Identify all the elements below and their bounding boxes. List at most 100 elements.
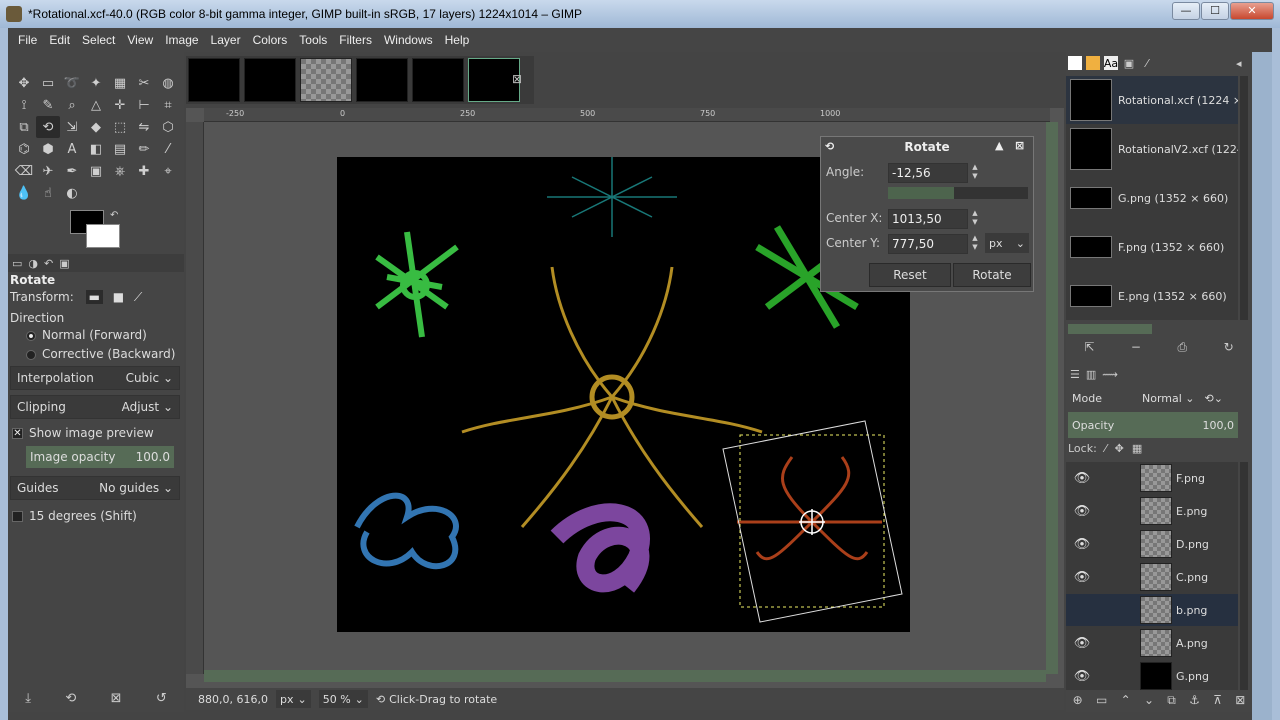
eye-icon[interactable]: 👁 [1066,471,1098,486]
menu-layer[interactable]: Layer [205,33,247,47]
move-tool-icon[interactable]: ✥ [12,72,36,94]
layers-tab-icon[interactable]: ☰ [1070,368,1080,381]
lasso-icon[interactable]: ➰ [60,72,84,94]
images-tab-icon[interactable]: ▣ [59,257,69,270]
perspective-icon[interactable]: ⬚ [108,116,132,138]
angle-stepper[interactable]: ▲ ▼ [969,163,981,183]
menu-edit[interactable]: Edit [43,33,76,47]
smudge-icon[interactable]: ☝ [36,182,60,204]
image-item[interactable]: G.png (1352 × 660) [1066,174,1238,222]
maximize-button[interactable]: ☐ [1201,2,1229,20]
show-preview-checkbox[interactable]: ✕ [12,428,23,439]
image-item[interactable]: RotationalV2.xcf (1224 [1066,125,1238,173]
perspective-clone-icon[interactable]: ⌖ [156,160,180,182]
remove-view-icon[interactable]: − [1131,340,1141,354]
image-tab-3[interactable] [300,58,352,102]
layer-row[interactable]: 👁 D.png [1066,528,1238,560]
crop-icon[interactable]: ⌗ [156,94,180,116]
swap-colors-icon[interactable]: ↶ [110,210,118,221]
image-tab-5[interactable] [412,58,464,102]
images-vscrollbar[interactable] [1240,76,1248,320]
fuzzy-select-icon[interactable]: ✦ [84,72,108,94]
horizontal-ruler[interactable]: -250 0 250 500 750 1000 [204,108,1050,122]
eye-icon[interactable]: 👁 [1066,636,1098,651]
new-group-icon[interactable]: ▭ [1096,693,1107,707]
eye-icon[interactable]: 👁 [1066,504,1098,519]
scale-icon[interactable]: ⇲ [60,116,84,138]
restore-options-icon[interactable]: ⟲ [65,691,76,706]
center-x-stepper[interactable]: ▲ ▼ [969,209,981,229]
flip-icon[interactable]: ⇋ [132,116,156,138]
lock-pixels-icon[interactable]: ⁄ [1105,442,1107,455]
heal-icon[interactable]: ✚ [132,160,156,182]
menu-file[interactable]: File [12,33,43,47]
eye-icon[interactable]: 👁 [1066,570,1098,585]
dodge-burn-icon[interactable]: ◐ [60,182,84,204]
lock-alpha-icon[interactable]: ▦ [1132,442,1142,455]
mypaint-brush-icon[interactable]: ▣ [84,160,108,182]
warp-icon[interactable]: ⌬ [12,138,36,160]
print-icon[interactable]: ⎙ [1177,340,1187,355]
interpolation-dropdown[interactable]: Interpolation Cubic ⌄ [10,366,180,390]
foreground-select-icon[interactable]: ◍ [156,72,180,94]
layer-row[interactable]: 👁 A.png [1066,627,1238,659]
tool-options-tab-icon[interactable]: ▭ [12,257,22,270]
device-status-tab-icon[interactable]: ◑ [28,257,38,270]
transform-path-icon[interactable]: ⟋ [134,290,142,304]
direction-normal-option[interactable]: Normal (Forward) [26,328,147,342]
channels-tab-icon[interactable]: ▥ [1086,368,1096,381]
cage-icon[interactable]: ⬡ [156,116,180,138]
close-tab-icon[interactable]: ⊠ [512,72,522,86]
rotate-tool-icon[interactable]: ⟲ [36,116,60,138]
scissors-icon[interactable]: ✂ [132,72,156,94]
lock-position-icon[interactable]: ✥ [1115,442,1124,455]
duplicate-layer-icon[interactable]: ⧉ [1167,693,1176,708]
eraser-icon[interactable]: ⌫ [12,160,36,182]
color-swatch-tab-icon[interactable] [1068,56,1082,70]
blur-icon[interactable]: 💧 [12,182,36,204]
zoom-select[interactable]: 50 % ⌄ [318,690,368,708]
layer-row[interactable]: 👁 G.png [1066,660,1238,690]
reset-options-icon[interactable]: ↺ [156,691,167,706]
handle-transform-icon[interactable]: ⬢ [36,138,60,160]
images-tab-icon[interactable]: ▣ [1122,56,1136,70]
gradient-icon[interactable]: ▤ [108,138,132,160]
color-picker-icon[interactable]: ✎ [36,94,60,116]
show-preview-option[interactable]: ✕ Show image preview [12,426,154,440]
angle-input[interactable]: -12,56 [888,163,968,183]
paintbrush-icon[interactable]: ⁄ [156,138,180,160]
angle-slider[interactable] [888,187,1028,199]
rect-select-icon[interactable]: ▭ [36,72,60,94]
font-tab-icon[interactable]: Aa [1104,56,1118,70]
transform-selection-icon[interactable]: ■ [113,290,124,304]
shade-icon[interactable]: ▲ [995,139,1003,152]
merge-layer-icon[interactable]: ⊼ [1213,693,1222,707]
menu-colors[interactable]: Colors [247,33,294,47]
save-options-icon[interactable]: ⤓ [25,691,31,706]
center-y-stepper[interactable]: ▲ ▼ [969,234,981,254]
direction-corrective-option[interactable]: Corrective (Backward) [26,347,175,361]
menu-windows[interactable]: Windows [378,33,439,47]
horizontal-scrollbar[interactable] [204,670,1046,682]
clipping-dropdown[interactable]: Clipping Adjust ⌄ [10,395,180,419]
background-color[interactable] [86,224,120,248]
raise-view-icon[interactable]: ⇱ [1084,340,1094,354]
menu-view[interactable]: View [121,33,159,47]
unit-dropdown[interactable]: px ⌄ [985,233,1029,253]
transform-layer-icon[interactable]: ▬ [85,290,103,304]
brush-tab-icon[interactable]: ⁄ [1140,56,1154,70]
menu-select[interactable]: Select [76,33,121,47]
menu-image[interactable]: Image [159,33,204,47]
radio-normal[interactable] [26,330,36,341]
image-item[interactable]: E.png (1352 × 660) [1066,272,1238,320]
pencil-icon[interactable]: ✏ [132,138,156,160]
measure-icon[interactable]: △ [84,94,108,116]
fifteen-degrees-checkbox[interactable] [12,511,23,522]
delete-layer-icon[interactable]: ⊠ [1235,693,1245,707]
rotate-button[interactable]: Rotate [953,263,1031,287]
image-item[interactable]: Rotational.xcf (1224 × [1066,76,1238,124]
guides-dropdown[interactable]: Guides No guides ⌄ [10,476,180,500]
image-opacity-spinner[interactable]: Image opacity 100.0 [26,446,174,468]
layer-row-selected[interactable]: b.png [1066,594,1238,626]
mode-reset-icon[interactable]: ⟲⌄ [1205,392,1223,405]
